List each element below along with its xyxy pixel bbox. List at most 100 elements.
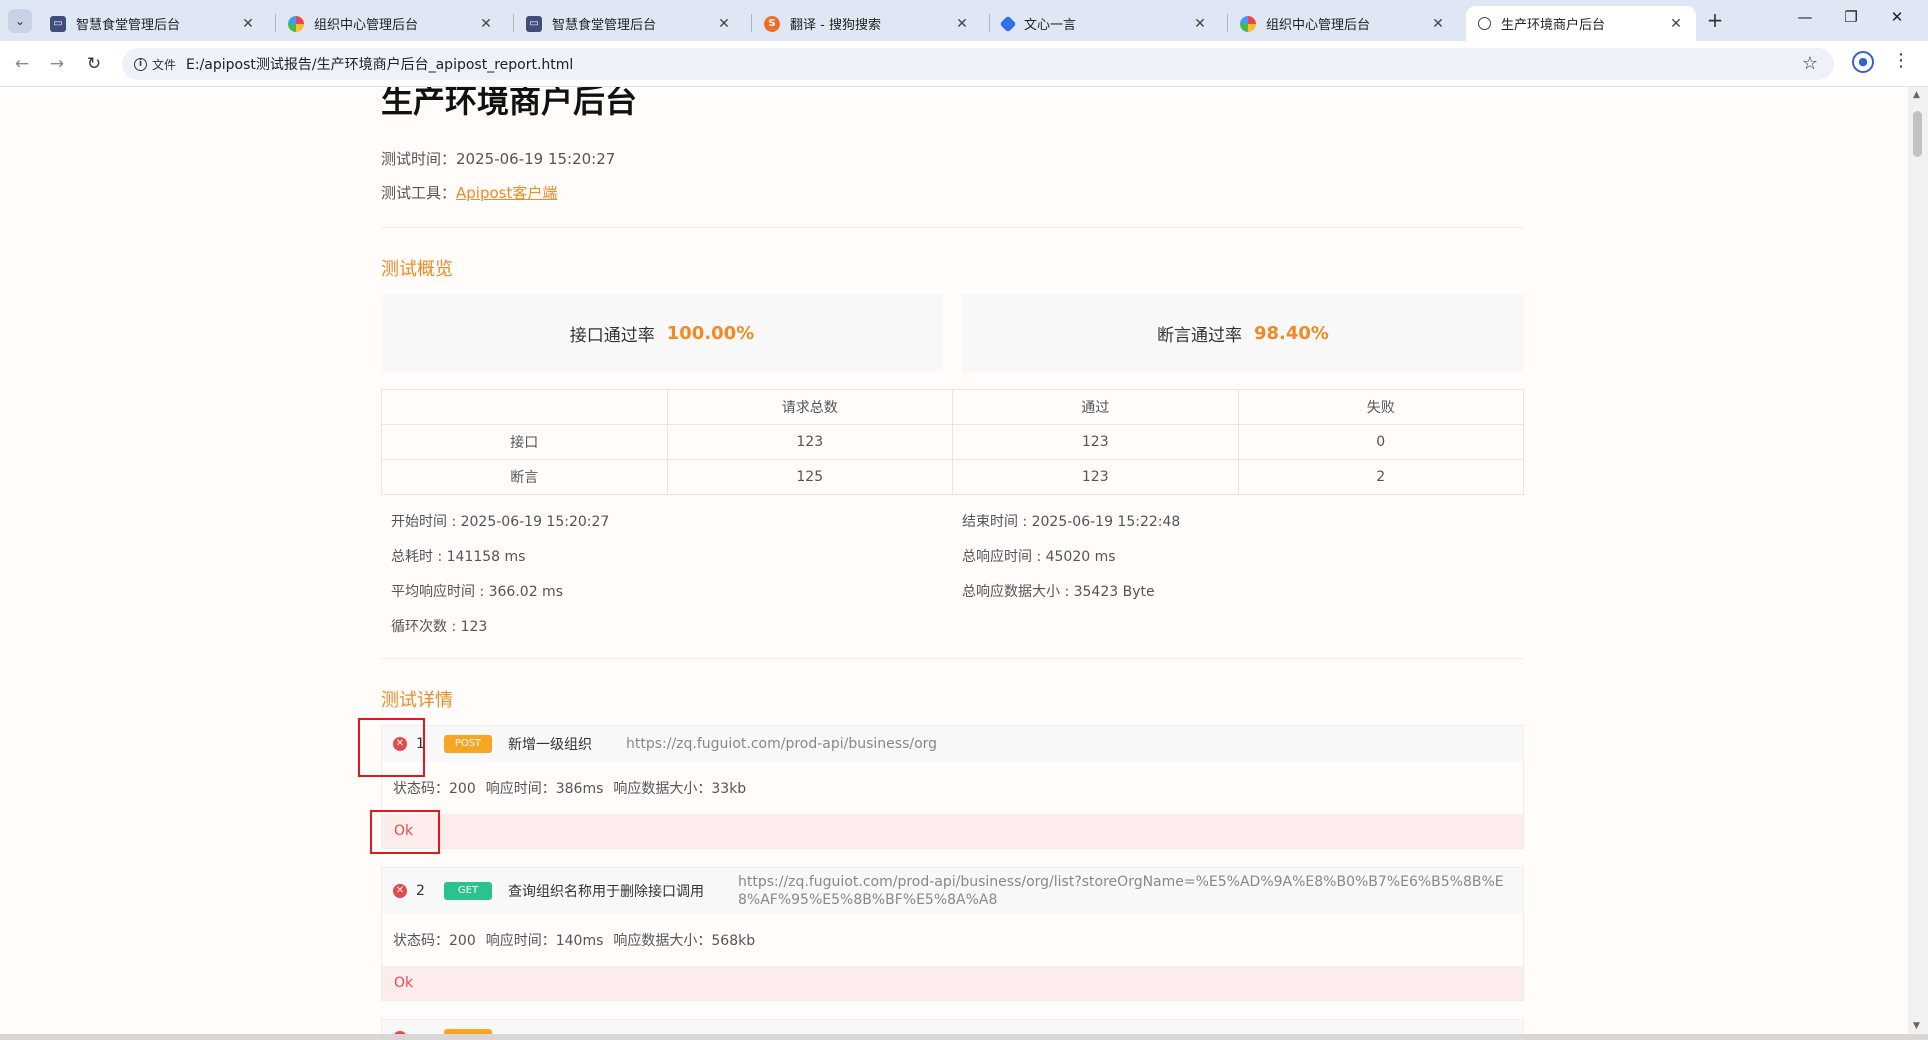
tab-6[interactable]: 组织中心管理后台 ✕ xyxy=(1228,6,1458,41)
test-case-header[interactable]: ✕ 1 POST 新增一级组织 https://zq.fuguiot.com/p… xyxy=(382,726,1523,762)
close-tab-icon[interactable]: ✕ xyxy=(716,16,732,32)
tab-2[interactable]: 组织中心管理后台 ✕ xyxy=(276,6,506,41)
tab-search-chevron-icon[interactable]: ⌄ xyxy=(8,9,32,33)
case-index: 2 xyxy=(416,883,425,899)
test-case-2[interactable]: ✕ 2 GET 查询组织名称用于删除接口调用 https://zq.fuguio… xyxy=(381,867,1524,1001)
tab-4[interactable]: S 翻译 - 搜狗搜索 ✕ xyxy=(752,6,982,41)
browser-toolbar: ← → ↻ i 文件 E:/apipost测试报告/生产环境商户后台_apipo… xyxy=(0,41,1928,87)
wenxin-icon xyxy=(999,15,1017,32)
case-name: 查询组织名称用于删除接口调用 xyxy=(508,884,704,900)
url-text[interactable]: E:/apipost测试报告/生产环境商户后台_apipost_report.h… xyxy=(186,54,573,74)
method-badge: POST xyxy=(444,735,492,753)
close-tab-icon[interactable]: ✕ xyxy=(478,16,494,32)
loop-count: 循环次数 : 123 xyxy=(391,619,488,635)
table-cell: 2 xyxy=(1237,459,1524,495)
restore-icon[interactable]: ❐ xyxy=(1836,8,1866,32)
new-tab-plus-icon[interactable]: + xyxy=(1702,8,1728,34)
bookmark-star-icon[interactable]: ☆ xyxy=(1802,53,1818,74)
summary-table: 请求总数 通过 失败 接口 123 123 0 断言 125 123 2 xyxy=(381,389,1524,495)
divider xyxy=(381,658,1524,659)
tab-5[interactable]: 文心一言 ✕ xyxy=(990,6,1220,41)
test-tool-row: 测试工具：Apipost客户端 xyxy=(381,182,557,203)
total-response-size: 总响应数据大小 : 35423 Byte xyxy=(962,584,1155,600)
test-case-header[interactable]: ✕ 2 GET 查询组织名称用于删除接口调用 https://zq.fuguio… xyxy=(382,868,1523,914)
close-tab-icon[interactable]: ✕ xyxy=(1192,16,1208,32)
tab-title: 翻译 - 搜狗搜索 xyxy=(790,18,881,33)
close-window-icon[interactable]: ✕ xyxy=(1882,8,1912,32)
test-case-header[interactable] xyxy=(382,1020,1523,1034)
back-arrow-icon[interactable]: ← xyxy=(10,52,34,76)
forward-arrow-icon[interactable]: → xyxy=(45,52,69,76)
overview-section-title: 测试概览 xyxy=(381,259,453,280)
table-cell: 123 xyxy=(952,459,1239,495)
table-row: 接口 123 123 0 xyxy=(381,424,1524,460)
response-time: 响应时间：386ms xyxy=(485,781,604,797)
close-tab-icon[interactable]: ✕ xyxy=(1668,16,1684,32)
table-cell: 0 xyxy=(1237,424,1524,460)
api-pass-rate-label: 接口通过率 xyxy=(569,325,655,346)
profile-avatar-icon[interactable]: ● xyxy=(1852,51,1874,73)
tab-1[interactable]: ▭ 智慧食堂管理后台 ✕ xyxy=(38,6,268,41)
case-url: https://zq.fuguiot.com/prod-api/business… xyxy=(738,874,1504,908)
close-tab-icon[interactable]: ✕ xyxy=(240,16,256,32)
case-name: 新增一级组织 xyxy=(508,737,592,753)
assertion-message: Ok xyxy=(382,966,1523,1000)
minimize-icon[interactable]: — xyxy=(1790,8,1820,32)
test-time-label: 测试时间： xyxy=(381,150,457,168)
api-pass-rate-value: 100.00% xyxy=(666,322,755,344)
response-time: 响应时间：140ms xyxy=(485,933,604,949)
table-cell: 接口 xyxy=(381,424,668,460)
close-tab-icon[interactable]: ✕ xyxy=(954,16,970,32)
total-duration: 总耗时 : 141158 ms xyxy=(391,549,526,565)
page-title: 生产环境商户后台 xyxy=(381,87,638,120)
divider xyxy=(381,227,1524,228)
test-case-1[interactable]: ✕ 1 POST 新增一级组织 https://zq.fuguiot.com/p… xyxy=(381,725,1524,849)
reload-icon[interactable]: ↻ xyxy=(82,52,106,76)
table-header-cell: 请求总数 xyxy=(666,389,953,425)
address-bar[interactable]: i 文件 E:/apipost测试报告/生产环境商户后台_apipost_rep… xyxy=(122,48,1834,80)
end-time: 结束时间 : 2025-06-19 15:22:48 xyxy=(962,514,1181,530)
report-page: 生产环境商户后台 测试时间：2025-06-19 15:20:27 测试工具：A… xyxy=(0,87,1908,1034)
status-code: 状态码：200 xyxy=(393,781,476,797)
case-info-row: 状态码：200 响应时间：386ms 响应数据大小：33kb xyxy=(382,762,1523,814)
colorful-logo-icon xyxy=(288,15,304,32)
status-code: 状态码：200 xyxy=(393,933,476,949)
details-section-title: 测试详情 xyxy=(381,690,453,711)
tab-title: 智慧食堂管理后台 xyxy=(552,18,657,33)
vertical-scrollbar[interactable]: ▲ ▼ xyxy=(1908,87,1928,1034)
tab-title: 组织中心管理后台 xyxy=(1266,18,1371,33)
colorful-logo-icon xyxy=(1240,15,1256,32)
api-pass-rate-card: 接口通过率 100.00% xyxy=(381,294,943,372)
table-cell: 125 xyxy=(666,459,953,495)
tab-strip: ⌄ ▭ 智慧食堂管理后台 ✕ 组织中心管理后台 ✕ ▭ 智慧食堂管理后台 ✕ S… xyxy=(0,0,1928,41)
tab-3[interactable]: ▭ 智慧食堂管理后台 ✕ xyxy=(514,6,744,41)
assertion-message: Ok xyxy=(382,814,1523,848)
annotation-highlight-box xyxy=(370,810,440,854)
table-header-row: 请求总数 通过 失败 xyxy=(381,389,1524,425)
table-cell: 断言 xyxy=(381,459,668,495)
assert-pass-rate-card: 断言通过率 98.40% xyxy=(962,294,1524,372)
info-icon: i xyxy=(134,57,147,71)
tab-7-active[interactable]: 生产环境商户后台 ✕ xyxy=(1466,6,1696,41)
test-time-row: 测试时间：2025-06-19 15:20:27 xyxy=(381,148,615,169)
total-response-time: 总响应时间 : 45020 ms xyxy=(962,549,1116,565)
assert-pass-rate-value: 98.40% xyxy=(1254,322,1329,344)
assert-pass-rate-label: 断言通过率 xyxy=(1157,325,1242,346)
test-tool-link[interactable]: Apipost客户端 xyxy=(456,184,557,202)
site-info-chip[interactable]: i 文件 xyxy=(134,56,176,73)
annotation-highlight-box xyxy=(358,718,425,777)
scroll-down-arrow-icon[interactable]: ▼ xyxy=(1913,1021,1920,1031)
scrollbar-thumb[interactable] xyxy=(1913,111,1922,157)
method-badge: GET xyxy=(444,882,492,900)
table-cell: 123 xyxy=(952,424,1239,460)
taskbar-edge xyxy=(0,1034,1928,1040)
test-case-3-partial[interactable] xyxy=(381,1019,1524,1034)
page-icon: ▭ xyxy=(526,15,542,32)
sogou-icon: S xyxy=(764,15,780,32)
response-size: 响应数据大小：33kb xyxy=(613,781,747,797)
scroll-up-arrow-icon[interactable]: ▲ xyxy=(1913,90,1920,100)
menu-kebab-icon[interactable]: ⋮ xyxy=(1892,50,1910,71)
table-header-cell: 通过 xyxy=(952,389,1239,425)
tab-title: 生产环境商户后台 xyxy=(1501,18,1606,33)
close-tab-icon[interactable]: ✕ xyxy=(1430,16,1446,32)
